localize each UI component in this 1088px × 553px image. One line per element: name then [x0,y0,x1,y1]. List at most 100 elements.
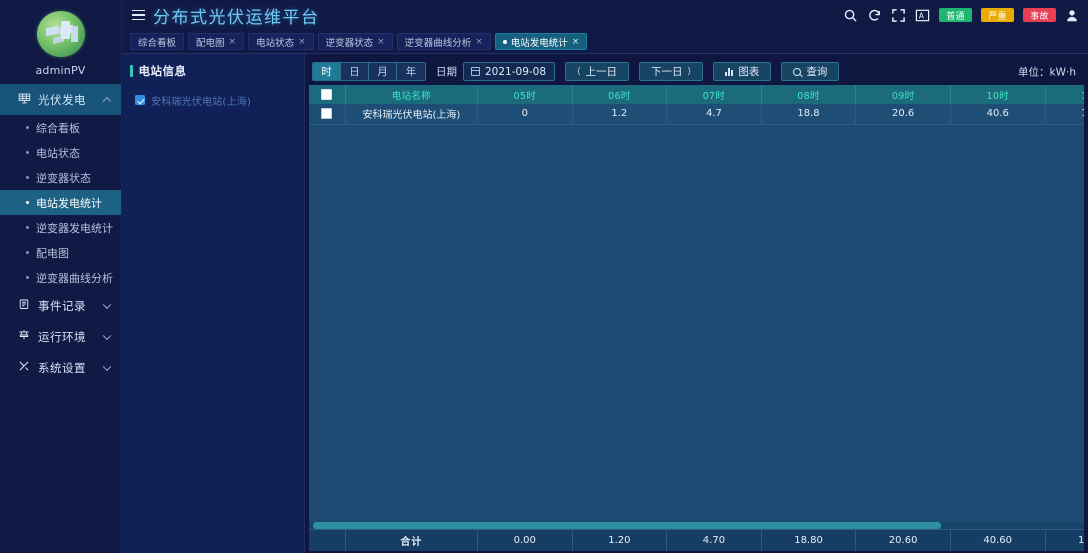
bullet-icon [26,176,29,179]
status-badge-severe[interactable]: 严重 [981,8,1014,22]
horizontal-scrollbar[interactable] [309,522,1084,529]
chevron-up-icon[interactable] [102,96,112,105]
table-total-row: 合计 0.00 1.20 4.70 18.80 20.60 40.60 16.1… [309,529,1084,551]
tab-label: 逆变器状态 [325,37,374,49]
column-header-h08[interactable]: 08时 [761,85,857,104]
period-hour-button[interactable]: 时 [313,63,341,80]
refresh-icon[interactable] [867,8,882,23]
close-icon[interactable]: × [298,37,306,47]
sidebar-item-peidiantu[interactable]: 配电图 [0,240,121,265]
bullet-icon [26,251,29,254]
tab-nibianqiquxianfenxi[interactable]: 逆变器曲线分析 × [396,33,491,50]
period-day-button[interactable]: 日 [341,63,369,80]
sidebar-submenu-pv-generation: 综合看板 电站状态 逆变器状态 电站发电统计 逆变器发电统计 配电图 逆变器曲线… [0,115,121,290]
generation-table: 电站名称 05时 06时 07时 08时 09时 10时 11时 12时 13时 [309,85,1084,529]
language-icon[interactable]: A [915,8,930,23]
sidebar-item-label: 配电图 [36,246,69,260]
column-header-h09[interactable]: 09时 [855,85,951,104]
tab-label: 电站状态 [256,37,295,49]
sidebar-item-label: 综合看板 [36,121,80,135]
app-root: adminPV 光伏发电 综合看板 电站状态 逆变器状态 电站发电统计 逆变器发… [0,0,1088,553]
row-select-cell[interactable] [309,104,346,125]
tab-dianzhanfadiantongji[interactable]: 电站发电统计 × [494,33,588,50]
total-h07: 4.70 [666,530,762,551]
sidebar-item-dianzhanzhuangtai[interactable]: 电站状态 [0,140,121,165]
date-value: 2021-09-08 [485,65,547,78]
total-row-table: 合计 0.00 1.20 4.70 18.80 20.60 40.60 16.1… [309,530,1084,551]
unit-label: 单位：kW·h [1018,66,1076,78]
sidebar-item-label: 逆变器曲线分析 [36,271,113,285]
table-row[interactable]: 安科瑞光伏电站(上海) 0 1.2 4.7 18.8 20.6 40.6 16.… [309,104,1084,125]
bullet-icon [26,126,29,129]
column-header-h06[interactable]: 06时 [572,85,668,104]
chart-button[interactable]: 图表 [713,62,772,81]
sidebar-item-nibianqizhuangtai[interactable]: 逆变器状态 [0,165,121,190]
search-icon[interactable] [843,8,858,23]
tab-label: 逆变器曲线分析 [404,37,472,49]
solar-panel-icon [18,92,34,108]
hamburger-menu-icon[interactable] [132,9,145,21]
bullet-icon [26,226,29,229]
sidebar-item-nibianqiquxianfenxi[interactable]: 逆变器曲线分析 [0,265,121,290]
chart-button-label: 图表 [738,66,760,78]
select-all-header[interactable] [309,85,346,104]
sidebar-item-dianzhanfadiantongji[interactable]: 电站发电统计 [0,190,121,215]
sidebar-group-pv-generation[interactable]: 光伏发电 [0,84,121,115]
generation-table-head: 电站名称 05时 06时 07时 08时 09时 10时 11时 12时 13时 [309,85,1084,125]
active-dot-icon [502,39,507,44]
total-h10: 40.60 [950,530,1046,551]
select-all-checkbox[interactable] [321,89,333,100]
close-icon[interactable]: × [572,37,580,47]
status-badge-accident[interactable]: 事故 [1023,8,1056,22]
tab-peidiantu[interactable]: 配电图 × [188,33,245,50]
sidebar-group-label: 光伏发电 [38,92,86,107]
cell-h05: 0 [477,104,573,125]
sidebar-group-environment[interactable]: 运行环境 [0,321,121,352]
prev-day-button[interactable]: ⟨ 上一日 [565,62,630,81]
wrench-icon [18,360,34,375]
chevron-left-icon: ⟨ [577,66,581,77]
sidebar-group-system-settings[interactable]: 系统设置 [0,352,121,383]
sidebar-item-zonghekanban[interactable]: 综合看板 [0,115,121,140]
column-header-h05[interactable]: 05时 [477,85,573,104]
chevron-down-icon[interactable] [102,300,112,309]
next-day-button[interactable]: 下一日 ⟩ [639,62,704,81]
close-icon[interactable]: × [377,37,385,47]
table-header-row: 电站名称 05时 06时 07时 08时 09时 10时 11时 12时 13时 [309,85,1084,104]
period-month-button[interactable]: 月 [369,63,397,80]
cell-h08: 18.8 [761,104,857,125]
period-year-button[interactable]: 年 [397,63,425,80]
header-actions: A 普通 严重 事故 [843,0,1079,30]
query-toolbar: 时 日 月 年 日期 2021-09-08 ⟨ 上一日 下一日 ⟩ 图表 查询 … [309,58,1084,85]
sidebar: adminPV 光伏发电 综合看板 电站状态 逆变器状态 电站发电统计 逆变器发… [0,0,122,553]
search-icon [793,67,802,76]
row-checkbox[interactable] [321,108,333,119]
close-icon[interactable]: × [229,37,237,47]
column-header-name[interactable]: 电站名称 [345,85,478,104]
chevron-down-icon[interactable] [102,362,112,371]
sidebar-group-label: 系统设置 [38,360,86,375]
column-header-h07[interactable]: 07时 [666,85,762,104]
chevron-down-icon[interactable] [102,331,112,340]
sidebar-item-label: 逆变器发电统计 [36,221,113,235]
panel-title: 电站信息 [122,62,304,80]
scrollbar-thumb[interactable] [313,522,941,529]
date-picker-input[interactable]: 2021-09-08 [463,62,555,81]
query-button[interactable]: 查询 [781,62,840,81]
fullscreen-icon[interactable] [891,8,906,23]
station-tree-item[interactable]: 安科瑞光伏电站(上海) [135,92,304,108]
status-badge-normal[interactable]: 普通 [939,8,972,22]
user-avatar-icon[interactable] [1065,8,1079,23]
page-title: 分布式光伏运维平台 [153,7,320,28]
station-checkbox[interactable] [135,95,145,105]
close-icon[interactable]: × [475,37,483,47]
column-header-h11[interactable]: 11时 [1045,85,1084,104]
chevron-right-icon: ⟩ [687,66,692,77]
tab-dianzhanzhuangtai[interactable]: 电站状态 × [248,33,314,50]
tab-nibianqizhuangtai[interactable]: 逆变器状态 × [317,33,393,50]
tab-zonghekanban[interactable]: 综合看板 [130,33,185,50]
column-header-h10[interactable]: 10时 [950,85,1046,104]
total-row: 合计 0.00 1.20 4.70 18.80 20.60 40.60 16.1… [309,530,1084,551]
sidebar-item-nibianqifadiantongji[interactable]: 逆变器发电统计 [0,215,121,240]
sidebar-group-event-log[interactable]: 事件记录 [0,290,121,321]
